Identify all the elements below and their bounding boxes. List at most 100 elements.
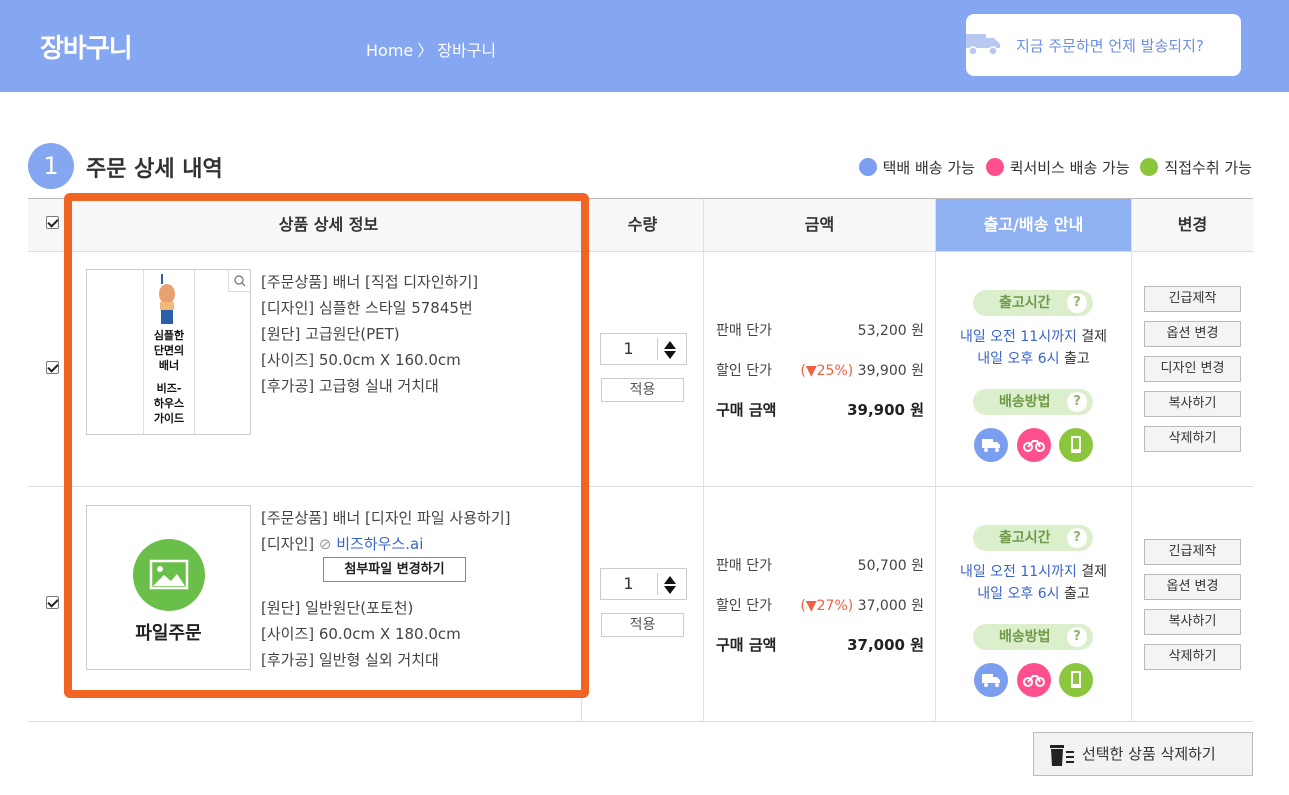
increment-arrow-icon[interactable] — [664, 576, 676, 584]
copy-button[interactable]: 복사하기 — [1144, 609, 1241, 635]
apply-quantity-button[interactable]: 적용 — [601, 613, 684, 637]
column-header-product: 상품 상세 정보 — [278, 215, 379, 234]
image-file-icon — [133, 539, 205, 611]
change-attachment-button[interactable]: 첨부파일 변경하기 — [323, 557, 466, 582]
page-title: 장바구니 — [40, 34, 133, 64]
ship-method-pill: 배송방법 ? — [973, 624, 1093, 650]
delete-selected-label: 선택한 상품 삭제하기 — [1082, 745, 1216, 763]
quantity-value[interactable]: 1 — [601, 334, 656, 364]
total-price-row: 구매 금액 37,000 원 — [716, 634, 924, 654]
ship-method-pill: 배송방법 ? — [973, 389, 1093, 415]
ship-schedule-text: 내일 오전 11시까지 결제 내일 오후 6시 출고 — [959, 329, 1108, 367]
info-line: [후가공] 일반형 실외 거치대 — [261, 651, 439, 669]
quantity-value[interactable]: 1 — [601, 569, 656, 599]
price-label: 할인 단가 — [716, 363, 772, 379]
help-icon[interactable]: ? — [1067, 293, 1087, 313]
step-number-badge: 1 — [28, 143, 74, 189]
price-label: 판매 단가 — [716, 558, 772, 574]
legend-label: 택배 배송 가능 — [882, 159, 975, 177]
help-icon[interactable]: ? — [1067, 392, 1087, 412]
divider — [28, 251, 1253, 252]
urgent-production-button[interactable]: 긴급제작 — [1144, 539, 1241, 565]
price-label: 판매 단가 — [716, 323, 772, 339]
divider — [581, 199, 582, 721]
price-value: (▼25%) 39,900 원 — [800, 360, 924, 380]
breadcrumb-separator: 〉 — [417, 41, 434, 60]
price-value: (▼27%) 37,000 원 — [800, 595, 924, 615]
green-dot-icon — [1140, 158, 1159, 176]
info-line: [주문상품] 배너 [디자인 파일 사용하기] — [261, 509, 511, 527]
quantity-stepper[interactable]: 1 — [600, 568, 687, 600]
divider — [935, 199, 936, 721]
zoom-button[interactable] — [228, 270, 250, 292]
change-option-button[interactable]: 옵션 변경 — [1144, 321, 1241, 347]
column-header-qty: 수량 — [627, 215, 658, 234]
legend-label: 퀵서비스 배송 가능 — [1009, 159, 1130, 177]
divider — [28, 721, 1253, 722]
quick-motorbike-icon — [1017, 663, 1051, 697]
courier-truck-icon — [974, 428, 1008, 462]
divider — [1131, 199, 1132, 721]
info-line: [원단] 고급원단(PET) — [261, 325, 400, 343]
help-icon[interactable]: ? — [1067, 627, 1087, 647]
breadcrumb-home[interactable]: Home — [366, 41, 413, 60]
total-price-row: 구매 금액 39,900 원 — [716, 399, 924, 419]
discount-rate: (▼27%) — [800, 598, 854, 614]
pickup-phone-icon — [1059, 663, 1093, 697]
design-file-link[interactable]: 비즈하우스.ai — [336, 535, 423, 553]
product-thumbnail[interactable]: 파일주문 — [86, 505, 251, 670]
pill-label: 출고시간 — [999, 295, 1051, 311]
truck-icon — [966, 34, 1000, 56]
info-line: [사이즈] 60.0cm X 180.0cm — [261, 625, 461, 643]
urgent-production-button[interactable]: 긴급제작 — [1144, 286, 1241, 312]
quantity-stepper[interactable]: 1 — [600, 333, 687, 365]
decrement-arrow-icon[interactable] — [664, 351, 676, 359]
price-label: 구매 금액 — [716, 401, 777, 419]
section-title: 주문 상세 내역 — [86, 157, 223, 182]
product-info: [원단] 일반원단(포토천) [사이즈] 60.0cm X 180.0cm [후… — [261, 595, 461, 673]
legend-item-pickup: 직접수취 가능 — [1140, 157, 1252, 178]
ship-question-text: 지금 주문하면 언제 발송되지? — [1016, 37, 1204, 55]
ship-time-question-button[interactable]: 지금 주문하면 언제 발송되지? — [966, 14, 1241, 76]
ship-time-pill: 출고시간 ? — [973, 290, 1093, 316]
apply-quantity-button[interactable]: 적용 — [601, 378, 684, 402]
divider — [703, 199, 704, 721]
price-value: 37,000 원 — [847, 636, 924, 654]
divider — [657, 338, 658, 360]
column-header-amount: 금액 — [804, 215, 835, 234]
info-line: [주문상품] 배너 [직접 디자인하기] — [261, 273, 479, 291]
product-thumbnail[interactable]: 심플한 단면의 배너 비즈- 하우스 가이드 — [86, 269, 251, 435]
magnifier-icon — [234, 275, 246, 287]
delete-selected-button[interactable]: 선택한 상품 삭제하기 — [1033, 732, 1253, 776]
copy-button[interactable]: 복사하기 — [1144, 391, 1241, 417]
divider — [657, 573, 658, 595]
info-line: [사이즈] 50.0cm X 160.0cm — [261, 351, 461, 369]
discount-price-row: 할인 단가 (▼27%) 37,000 원 — [716, 595, 924, 615]
legend-item-quick: 퀵서비스 배송 가능 — [985, 157, 1130, 178]
product-info: [주문상품] 배너 [직접 디자인하기] [디자인] 심플한 스타일 57845… — [261, 269, 478, 399]
discount-rate: (▼25%) — [800, 363, 854, 379]
info-line: [후가공] 고급형 실내 거치대 — [261, 377, 439, 395]
item-checkbox[interactable] — [46, 361, 59, 374]
legend-item-courier: 택배 배송 가능 — [858, 157, 975, 178]
trash-icon — [1050, 745, 1074, 766]
item-checkbox[interactable] — [46, 596, 59, 609]
change-design-button[interactable]: 디자인 변경 — [1144, 356, 1241, 382]
delete-button[interactable]: 삭제하기 — [1144, 426, 1241, 452]
info-line: [원단] 일반원단(포토천) — [261, 599, 414, 617]
ship-time-pill: 출고시간 ? — [973, 525, 1093, 551]
column-header-change: 변경 — [1177, 215, 1208, 234]
ship-schedule-text: 내일 오전 11시까지 결제 내일 오후 6시 출고 — [959, 564, 1108, 602]
change-option-button[interactable]: 옵션 변경 — [1144, 574, 1241, 600]
banner-preview: 심플한 단면의 배너 비즈- 하우스 가이드 — [143, 270, 195, 434]
help-icon[interactable]: ? — [1067, 528, 1087, 548]
mouse-hand-icon — [159, 274, 175, 324]
shipping-legend: 택배 배송 가능 퀵서비스 배송 가능 직접수취 가능 — [853, 157, 1252, 178]
info-line: [디자인] 심플한 스타일 57845번 — [261, 299, 473, 317]
decrement-arrow-icon[interactable] — [664, 586, 676, 594]
delete-button[interactable]: 삭제하기 — [1144, 644, 1241, 670]
increment-arrow-icon[interactable] — [664, 341, 676, 349]
pink-dot-icon — [985, 158, 1004, 176]
select-all-checkbox[interactable] — [46, 216, 59, 229]
price-label: 구매 금액 — [716, 636, 777, 654]
